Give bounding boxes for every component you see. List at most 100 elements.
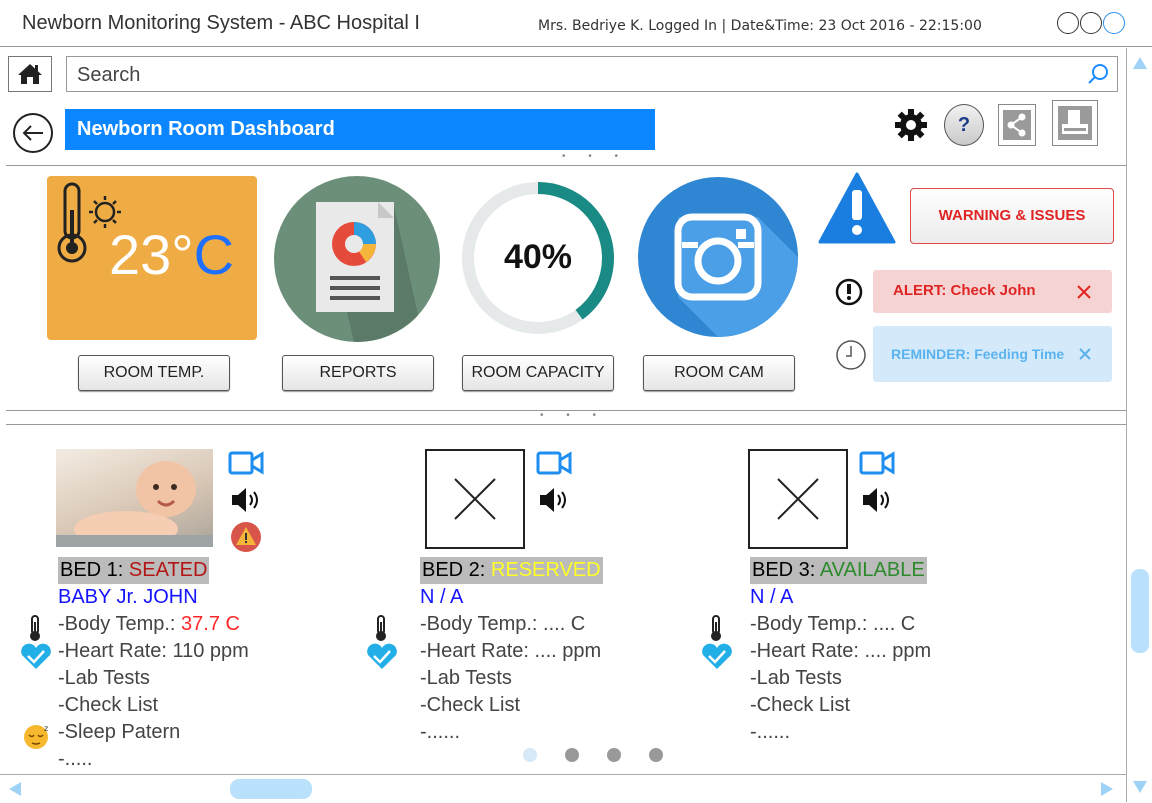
horizontal-scroll-thumb[interactable]: [230, 779, 312, 799]
sleeping-face-icon: z: [24, 724, 48, 749]
print-button[interactable]: [1052, 100, 1098, 146]
bed-2-photo-placeholder[interactable]: [425, 449, 525, 549]
scroll-up-icon[interactable]: [1132, 56, 1148, 70]
room-cam-tile[interactable]: [638, 177, 798, 337]
title-bar: Newborn Monitoring System - ABC Hospital…: [0, 0, 1152, 47]
bed-1-baby-photo[interactable]: [56, 449, 213, 547]
warning-badge-icon[interactable]: [229, 521, 263, 553]
page-dot-3[interactable]: [607, 748, 621, 762]
svg-text:z: z: [44, 724, 48, 733]
bed-2-check-list[interactable]: -Check List: [420, 692, 603, 719]
video-camera-icon[interactable]: [228, 450, 264, 476]
room-capacity-tile[interactable]: 40%: [460, 180, 616, 336]
share-button[interactable]: [998, 104, 1036, 146]
capacity-value: 40%: [503, 238, 573, 276]
close-icon[interactable]: [1078, 347, 1092, 361]
bed-1-body-temp: -Body Temp.: 37.7 C: [58, 611, 249, 638]
drag-handle-top[interactable]: • • •: [562, 151, 628, 162]
bed-2-lab-tests[interactable]: -Lab Tests: [420, 665, 603, 692]
bed-3-lab-tests[interactable]: -Lab Tests: [750, 665, 931, 692]
bed-3-card[interactable]: BED 3: AVAILABLE N / A -Body Temp.: ....…: [750, 557, 931, 746]
share-icon: [1003, 110, 1031, 140]
drag-handle-middle[interactable]: • • •: [540, 410, 606, 421]
warnings-issues-button[interactable]: WARNING & ISSUES: [910, 188, 1114, 244]
room-temp-button[interactable]: ROOM TEMP.: [78, 355, 230, 391]
app-title: Newborn Monitoring System - ABC Hospital…: [22, 12, 420, 34]
bed-2-heading: BED 2: RESERVED: [420, 557, 603, 584]
page-dot-1[interactable]: [523, 748, 537, 762]
video-camera-icon[interactable]: [536, 450, 572, 476]
bed-3-status: AVAILABLE: [819, 559, 925, 581]
heart-rate-icon: [702, 643, 732, 669]
heart-rate-icon: [367, 643, 397, 669]
speaker-icon[interactable]: [861, 486, 895, 514]
settings-button[interactable]: [892, 106, 930, 144]
baby-photo-image: [56, 461, 213, 547]
bed-1-check-list[interactable]: -Check List: [58, 692, 249, 719]
home-button[interactable]: [8, 56, 52, 92]
arrow-left-icon: [22, 125, 43, 141]
camera-icon: [674, 213, 798, 337]
room-cam-button[interactable]: ROOM CAM: [643, 355, 795, 391]
bed-1-lab-tests[interactable]: -Lab Tests: [58, 665, 249, 692]
page-dot-2[interactable]: [565, 748, 579, 762]
bed-3-more: -......: [750, 721, 790, 743]
bed-2-header: BED 2: RESERVED: [420, 557, 603, 584]
bed-3-header: BED 3: AVAILABLE: [750, 557, 931, 584]
bed-3-heading: BED 3: AVAILABLE: [750, 557, 927, 584]
room-temp-tile[interactable]: 23°C: [47, 176, 257, 340]
body-temp-value: 37.7 C: [181, 613, 240, 635]
report-document-icon: [316, 202, 424, 342]
window-maximize-button[interactable]: [1080, 12, 1102, 34]
alert-text: ALERT: Check John: [893, 282, 1036, 299]
video-camera-icon[interactable]: [859, 450, 895, 476]
section-divider: [6, 424, 1126, 425]
window-close-button[interactable]: [1103, 12, 1125, 34]
bed-1-more: -.....: [58, 748, 93, 770]
bed-1-heart-rate: -Heart Rate: 110 ppm: [58, 640, 249, 662]
bed-1-label: BED 1:: [60, 559, 129, 581]
bed-1-card[interactable]: BED 1: SEATED BABY Jr. JOHN -Body Temp.:…: [58, 557, 249, 773]
reports-tile[interactable]: [274, 176, 440, 342]
reminder-notification[interactable]: REMINDER: Feeding Time: [873, 326, 1112, 382]
bed-3-check-list[interactable]: -Check List: [750, 692, 931, 719]
horizontal-scrollbar[interactable]: [0, 774, 1126, 803]
page-dot-4[interactable]: [649, 748, 663, 762]
scroll-left-icon[interactable]: [8, 781, 22, 797]
gear-icon: [895, 109, 927, 141]
bed-3-label: BED 3:: [752, 559, 820, 581]
alert-notification[interactable]: ALERT: Check John: [873, 270, 1112, 313]
bed-3-photo-placeholder[interactable]: [748, 449, 848, 549]
search-icon[interactable]: [1087, 63, 1109, 85]
image-placeholder-icon: [454, 478, 496, 520]
speaker-icon[interactable]: [230, 486, 264, 514]
close-icon[interactable]: [1076, 284, 1092, 300]
clock-icon: [836, 340, 866, 370]
room-temp-number: 23°C: [109, 223, 235, 286]
bed-2-more: -......: [420, 721, 460, 743]
bed-3-patient-name[interactable]: N / A: [750, 584, 931, 611]
window-minimize-button[interactable]: [1057, 12, 1079, 34]
bed-3-heart-rate: -Heart Rate: .... ppm: [750, 640, 932, 662]
scroll-down-icon[interactable]: [1132, 780, 1148, 794]
bed-2-card[interactable]: BED 2: RESERVED N / A -Body Temp.: .... …: [420, 557, 603, 746]
bed-2-heart-rate: -Heart Rate: .... ppm: [420, 640, 602, 662]
help-button[interactable]: ?: [944, 104, 984, 146]
pagination: [523, 748, 663, 762]
room-capacity-button[interactable]: ROOM CAPACITY: [462, 355, 614, 391]
bed-2-status: RESERVED: [490, 559, 601, 581]
scroll-right-icon[interactable]: [1100, 781, 1114, 797]
reports-button[interactable]: REPORTS: [282, 355, 434, 391]
search-input[interactable]: Search: [66, 56, 1118, 92]
exclamation-circle-icon: [835, 278, 863, 306]
vertical-scrollbar[interactable]: [1126, 48, 1152, 802]
body-temp-label: -Body Temp.:: [58, 613, 182, 635]
bed-2-patient-name[interactable]: N / A: [420, 584, 603, 611]
back-button[interactable]: [13, 113, 53, 153]
bed-1-patient-name[interactable]: BABY Jr. JOHN: [58, 584, 249, 611]
speaker-icon[interactable]: [538, 486, 572, 514]
vertical-scroll-thumb[interactable]: [1131, 569, 1149, 653]
bed-2-label: BED 2:: [422, 559, 491, 581]
bed-1-sleep-pattern[interactable]: -Sleep Patern: [58, 719, 249, 746]
thermometer-icon: [30, 615, 40, 641]
